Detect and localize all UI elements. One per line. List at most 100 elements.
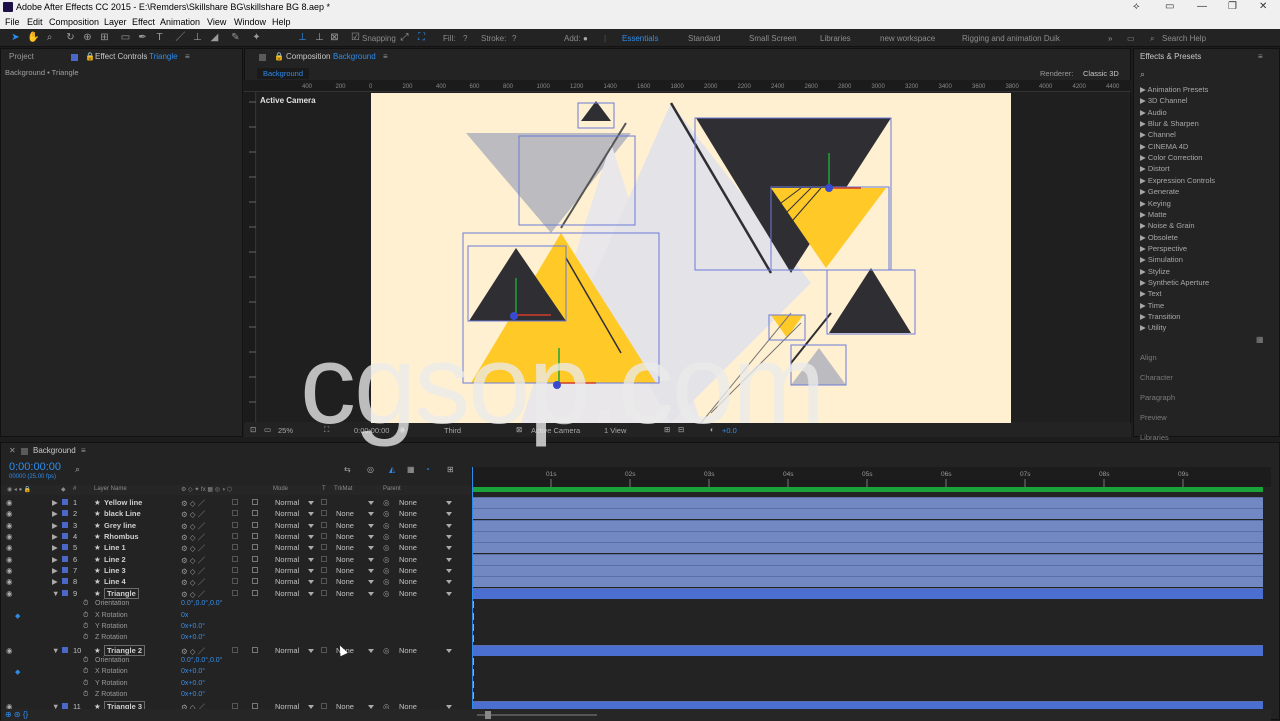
layer-row[interactable]: ◉ ▶ 8 ★ Line 4 ⚙ ◇ ／ Normal None ◎ None [1,576,471,587]
tab-effect-controls[interactable]: Effect Controls [95,49,147,65]
stroke-value[interactable]: ? [512,34,516,43]
pen-tool-icon[interactable]: ✒ [137,32,148,43]
parent-pickwhip-icon[interactable]: ◎ [383,543,390,552]
layer-3d-icon[interactable] [252,510,258,517]
effect-category[interactable]: ▶ Blur & Sharpen [1140,119,1199,128]
layer-parent[interactable]: None [399,566,417,575]
label-color-icon[interactable] [62,544,68,551]
layer-parent[interactable]: None [399,509,417,518]
visibility-eye-icon[interactable]: ◉ [6,498,13,507]
collapsed-panel-tab[interactable]: Libraries [1140,433,1169,442]
property-row[interactable]: ◆ ⏱ X Rotation 0x [1,611,471,622]
expand-triangle-icon[interactable]: ▶ [1140,85,1146,94]
clone-stamp-tool-icon[interactable]: ⊥ [192,32,203,43]
effect-category[interactable]: ▶ Transition [1140,312,1180,321]
roto-brush-tool-icon[interactable]: ✎ [230,32,241,43]
hide-shy-layers-icon[interactable]: ◭ [389,465,395,474]
type-tool-icon[interactable]: T [154,32,165,43]
layer-3d-icon[interactable] [252,544,258,551]
mode-dropdown-icon[interactable] [308,648,314,653]
timeline-timecode[interactable]: 0:00:00:00 [9,461,61,473]
layer-mode[interactable]: Normal [275,521,299,530]
expand-triangle-icon[interactable]: ▶ [1140,221,1146,230]
twirl-icon[interactable]: ▶ [52,566,58,575]
trkmat-dropdown-icon[interactable] [368,557,374,562]
expand-triangle-icon[interactable]: ▶ [1140,153,1146,162]
parent-pickwhip-icon[interactable]: ◎ [383,498,390,507]
property-row[interactable]: ◆ ⏱ X Rotation 0x+0.0° [1,667,471,678]
expand-triangle-icon[interactable]: ▶ [1140,278,1146,287]
3d-switch[interactable] [232,510,238,517]
layer-row[interactable]: ◉ ▶ 3 ★ Grey line ⚙ ◇ ／ Normal None ◎ None [1,520,471,531]
preserve-transparency-checkbox[interactable] [321,555,327,562]
snap-edges-icon[interactable]: ⤢ [399,32,410,43]
gizmo-z-axis[interactable] [510,312,518,320]
parent-pickwhip-icon[interactable]: ◎ [383,646,390,655]
comp-panel-menu-icon[interactable]: ≡ [383,49,388,65]
world-axis-icon[interactable]: ⊥ [314,32,325,43]
effect-category[interactable]: ▶ Keying [1140,199,1171,208]
visibility-eye-icon[interactable]: ◉ [6,521,13,530]
timeline-menu-icon[interactable]: ≡ [81,443,86,459]
layer-row[interactable]: ◉ ▶ 2 ★ black Line ⚙ ◇ ／ Normal None ◎ None [1,508,471,519]
zoom-dropdown[interactable]: 25% [278,426,293,435]
property-value[interactable]: 0x [181,612,188,619]
twirl-icon[interactable]: ▶ [52,509,58,518]
preserve-transparency-checkbox[interactable] [321,646,327,653]
twirl-icon[interactable]: ▶ [52,555,58,564]
layer-duration-bar[interactable] [473,508,1263,520]
brush-tool-icon[interactable]: ／ [175,32,186,43]
3d-switch[interactable] [232,646,238,653]
effect-category[interactable]: ▶ Synthetic Aperture [1140,278,1209,287]
label-color-icon[interactable] [62,567,68,574]
trkmat-dropdown-icon[interactable] [368,648,374,653]
twirl-icon[interactable]: ▼ [52,646,59,655]
preserve-transparency-checkbox[interactable] [321,510,327,517]
composition-mini-flowchart-icon[interactable]: ⇆ [344,465,351,474]
twirl-icon[interactable]: ▶ [52,521,58,530]
layer-3d-icon[interactable] [252,578,258,585]
layer-3d-icon[interactable] [252,589,258,596]
add-icon[interactable]: ● [583,34,588,43]
visibility-eye-icon[interactable]: ◉ [6,589,13,598]
layer-switches-icons[interactable]: ⚙ ◇ ／ [181,646,205,657]
layer-switches-icons[interactable]: ⚙ ◇ ／ [181,566,205,577]
property-value[interactable]: 0x+0.0° [181,668,205,675]
effect-category[interactable]: ▶ Generate [1140,187,1179,196]
label-color-icon[interactable] [62,510,68,517]
parent-pickwhip-icon[interactable]: ◎ [383,555,390,564]
new-preset-icon[interactable]: ▦ [1256,335,1264,344]
layer-switches-icons[interactable]: ⚙ ◇ ／ [181,577,205,588]
visibility-eye-icon[interactable]: ◉ [6,555,13,564]
parent-pickwhip-icon[interactable]: ◎ [383,577,390,586]
layer-mode[interactable]: Normal [275,498,299,507]
twirl-icon[interactable]: ▶ [52,577,58,586]
twirl-icon[interactable]: ▼ [52,589,59,598]
work-area-bar[interactable] [473,487,1263,492]
dark-triangle-small[interactable] [829,268,911,333]
parent-dropdown-icon[interactable] [446,557,452,562]
zoom-slider-track[interactable] [477,714,597,716]
property-row[interactable]: ⏱ Y Rotation 0x+0.0° [1,679,471,690]
property-value[interactable]: 0.0°,0.0°,0.0° [181,600,222,607]
footer-toggle-icons[interactable]: ⊕ ⊛ {} [5,710,28,719]
timeline-search-icon[interactable]: ⌕ [75,464,80,475]
parent-pickwhip-icon[interactable]: ◎ [383,532,390,541]
property-value[interactable]: 0x+0.0° [181,680,205,687]
twirl-icon[interactable]: ▶ [52,532,58,541]
tab-project[interactable]: Project [9,49,34,65]
layer-trkmat[interactable]: None [336,577,354,586]
layer-trkmat[interactable]: None [336,555,354,564]
effect-category[interactable]: ▶ Simulation [1140,255,1183,264]
layer-name[interactable]: Line 2 [104,555,126,564]
grid-icon[interactable]: ▭ [264,425,271,434]
layer-trkmat[interactable]: None [336,589,354,598]
property-value[interactable]: 0.0°,0.0°,0.0° [181,657,222,664]
expand-triangle-icon[interactable]: ▶ [1140,233,1146,242]
menu-file[interactable]: File [5,17,20,27]
stopwatch-icon[interactable]: ⏱ [83,691,88,699]
layer-mode[interactable]: Normal [275,646,299,655]
layer-name[interactable]: Line 3 [104,566,126,575]
parent-dropdown-icon[interactable] [446,546,452,551]
mode-dropdown-icon[interactable] [308,501,314,505]
